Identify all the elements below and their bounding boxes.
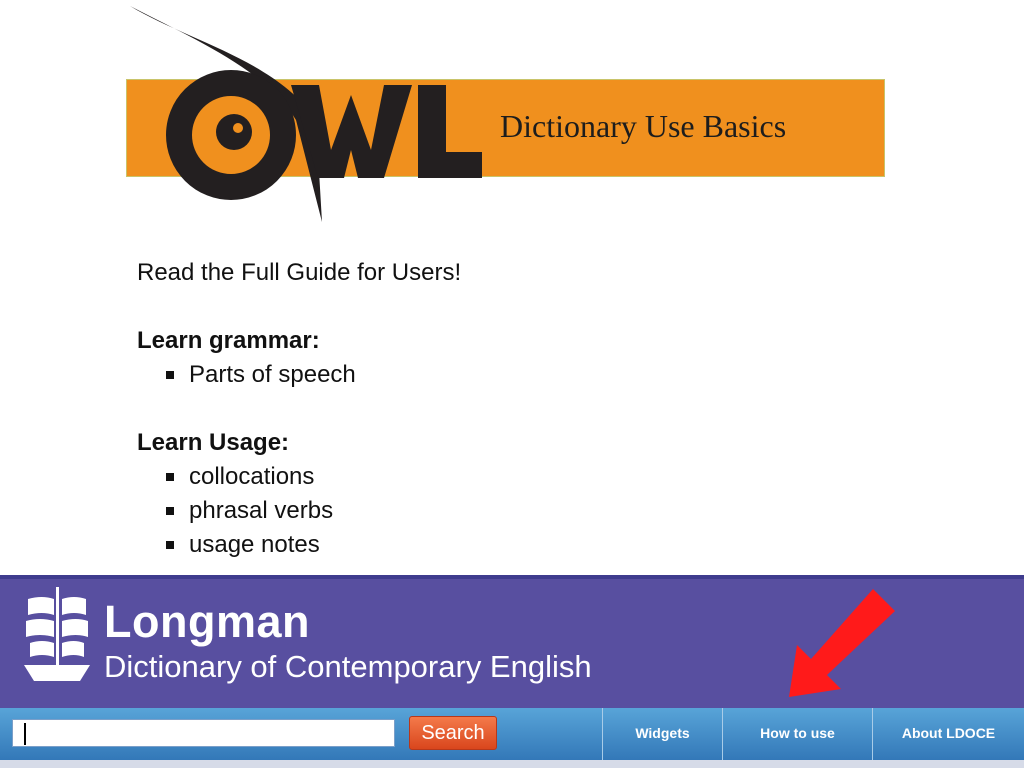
list-item: usage notes bbox=[137, 528, 737, 562]
bullet-square-icon bbox=[166, 507, 174, 515]
search-input[interactable] bbox=[12, 719, 395, 747]
owl-logo bbox=[130, 6, 482, 222]
search-button[interactable]: Search bbox=[409, 716, 497, 750]
bullet-square-icon bbox=[166, 371, 174, 379]
list-item: phrasal verbs bbox=[137, 494, 737, 528]
nav-how-to-use[interactable]: How to use bbox=[722, 708, 872, 760]
banner-title: Dictionary Use Basics bbox=[500, 108, 787, 144]
list-item: collocations bbox=[137, 460, 737, 494]
longman-brand: Longman bbox=[104, 596, 310, 647]
nav-widgets[interactable]: Widgets bbox=[602, 708, 722, 760]
nav-about-ldoce[interactable]: About LDOCE bbox=[872, 708, 1024, 760]
red-arrow-icon bbox=[789, 589, 895, 697]
bullet-square-icon bbox=[166, 473, 174, 481]
guide-content: Read the Full Guide for Users! Learn gra… bbox=[137, 256, 737, 562]
list-item: Parts of speech bbox=[137, 358, 737, 392]
section-heading-usage: Learn Usage: bbox=[137, 429, 290, 456]
longman-bottom-strip bbox=[0, 760, 1024, 768]
section-heading-grammar: Learn grammar: bbox=[137, 327, 320, 354]
longman-subtitle: Dictionary of Contemporary English bbox=[104, 649, 592, 684]
intro-link[interactable]: Read the Full Guide for Users! bbox=[137, 256, 737, 290]
bullet-square-icon bbox=[166, 541, 174, 549]
ship-icon bbox=[24, 587, 90, 681]
text-cursor bbox=[24, 723, 26, 745]
